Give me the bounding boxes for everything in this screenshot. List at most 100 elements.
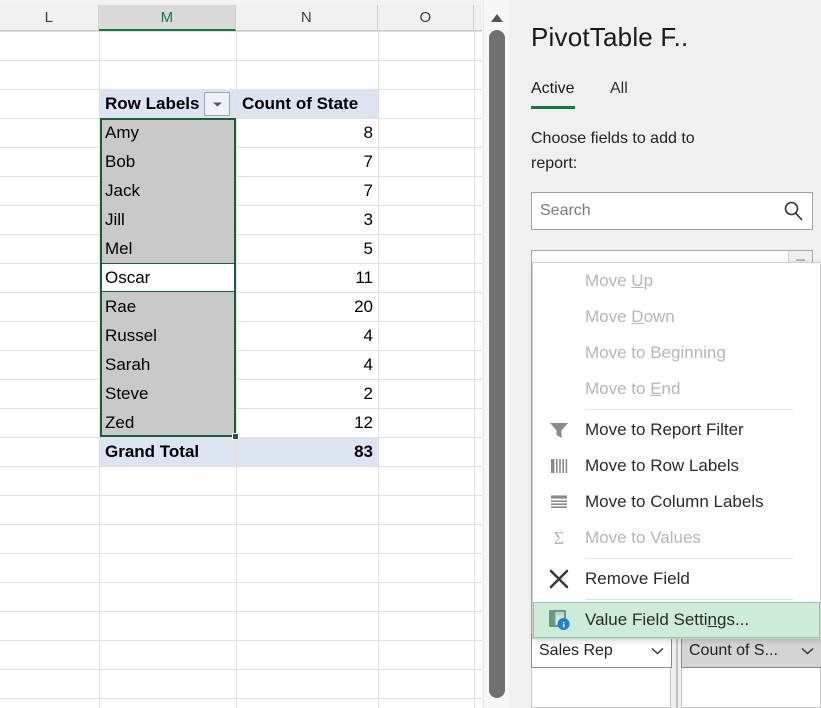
column-header-row: L M N O: [0, 0, 482, 31]
rows-area[interactable]: Sales Rep: [531, 634, 671, 708]
column-header-label: O: [420, 9, 432, 26]
column-header-label: L: [45, 9, 54, 26]
menu-item-label: Move to Report Filter: [585, 420, 744, 440]
grid-row-line: [0, 611, 482, 612]
menu-item-move-to-values: ΣMove to Values: [533, 520, 820, 556]
panel-title: PivotTable F..: [531, 22, 688, 53]
areas-divider: [676, 634, 678, 708]
filter-icon: [533, 420, 585, 440]
pivot-row-label-cell[interactable]: Amy: [100, 118, 236, 147]
field-context-menu[interactable]: Move Up Move Down Move to Beginning Move to…: [532, 262, 821, 639]
pivot-row-label-cell[interactable]: Mel: [100, 234, 236, 263]
pivot-grand-total-label[interactable]: Grand Total: [100, 437, 236, 466]
pivot-value-cell[interactable]: 5: [237, 234, 378, 263]
menu-item-move-to-beginning: Move to Beginning: [533, 335, 820, 371]
menu-separator: [585, 599, 793, 600]
pivot-row-label-cell[interactable]: Zed: [100, 408, 236, 437]
pivot-row-label-cell[interactable]: Jack: [100, 176, 236, 205]
grid-row-line: [0, 31, 482, 32]
column-header-label: M: [161, 9, 174, 26]
search-icon: [774, 199, 812, 223]
field-button-sales-rep[interactable]: Sales Rep: [531, 634, 672, 668]
grid-row-line: [0, 466, 482, 467]
field-button-count-of-state[interactable]: Count of S...: [681, 634, 821, 668]
pivot-row-label-cell[interactable]: Steve: [100, 379, 236, 408]
menu-item-value-field-settings[interactable]: Value Field Settings...: [533, 602, 820, 638]
x-icon: [533, 568, 585, 590]
menu-item-label: Move to Row Labels: [585, 456, 739, 476]
grid-row-line: [0, 524, 482, 525]
search-input[interactable]: [532, 193, 774, 229]
menu-separator: [585, 409, 793, 410]
values-area[interactable]: Count of S...: [681, 634, 821, 708]
grid-row-line: [0, 698, 482, 699]
pivot-row-label-cell[interactable]: Bob: [100, 147, 236, 176]
worksheet-grid[interactable]: L M N O Row LabelsCount of StateAmy8Bob7…: [0, 0, 482, 708]
menu-item-move-to-row-labels[interactable]: Move to Row Labels: [533, 448, 820, 484]
grid-row-line: [0, 669, 482, 670]
column-header-M[interactable]: M: [99, 5, 236, 31]
value-field-settings-icon: [533, 609, 585, 631]
column-header-L[interactable]: L: [0, 5, 99, 31]
pivot-value-cell[interactable]: 12: [237, 408, 378, 437]
pivot-grand-total-value[interactable]: 83: [237, 437, 378, 466]
excel-pivottable-screen: L M N O Row LabelsCount of StateAmy8Bob7…: [0, 0, 821, 708]
pivot-row-label-cell[interactable]: Russel: [100, 321, 236, 350]
menu-item-label: Move Up: [585, 271, 653, 291]
sigma-icon: Σ: [533, 528, 585, 548]
grid-column-line: [378, 31, 379, 708]
svg-text:Σ: Σ: [554, 528, 564, 548]
menu-separator: [585, 558, 793, 559]
tab-all[interactable]: All: [610, 80, 628, 106]
tab-active[interactable]: Active: [531, 80, 575, 109]
menu-item-move-to-report-filter[interactable]: Move to Report Filter: [533, 412, 820, 448]
menu-item-remove-field[interactable]: Remove Field: [533, 561, 820, 597]
menu-item-move-to-column-labels[interactable]: Move to Column Labels: [533, 484, 820, 520]
pivot-value-cell[interactable]: 11: [237, 263, 378, 292]
column-header-O[interactable]: O: [378, 5, 474, 31]
grid-row-line: [0, 582, 482, 583]
scroll-up-arrow-icon[interactable]: [484, 8, 510, 28]
chevron-down-icon: [212, 101, 223, 108]
pivot-value-cell[interactable]: 7: [237, 176, 378, 205]
menu-item-move-up: Move Up: [533, 263, 820, 299]
menu-item-label: Move to Beginning: [585, 343, 726, 363]
chevron-down-icon[interactable]: [801, 642, 814, 660]
column-header-label: N: [301, 9, 312, 26]
pivot-value-cell[interactable]: 20: [237, 292, 378, 321]
chevron-down-icon[interactable]: [651, 642, 664, 660]
pivot-value-cell[interactable]: 8: [237, 118, 378, 147]
choose-fields-label: Choose fields to add to report:: [531, 126, 741, 176]
vertical-scrollbar[interactable]: [483, 0, 510, 708]
pivot-value-cell[interactable]: 7: [237, 147, 378, 176]
menu-item-move-down: Move Down: [533, 299, 820, 335]
field-button-label: Sales Rep: [539, 642, 651, 660]
pivot-row-label-cell[interactable]: Sarah: [100, 350, 236, 379]
selection-fill-handle[interactable]: [232, 433, 239, 440]
column-header-P[interactable]: [474, 5, 482, 31]
pivot-value-cell[interactable]: 3: [237, 205, 378, 234]
pivot-value-cell[interactable]: 4: [237, 321, 378, 350]
pivot-row-label-cell[interactable]: Jill: [100, 205, 236, 234]
pivot-value-header[interactable]: Count of State: [237, 89, 378, 118]
field-button-label: Count of S...: [689, 642, 801, 660]
menu-item-label: Move Down: [585, 307, 675, 327]
grid-row-line: [0, 60, 482, 61]
pivot-value-cell[interactable]: 4: [237, 350, 378, 379]
pivot-areas: Sales Rep Count of S...: [531, 634, 821, 708]
grid-row-line: [0, 640, 482, 641]
grid-row-line: [0, 553, 482, 554]
active-cell-outline: [100, 263, 236, 292]
row-labels-filter-dropdown[interactable]: [204, 92, 230, 116]
pivot-row-label-cell[interactable]: Rae: [100, 292, 236, 321]
menu-item-label: Move to End: [585, 379, 680, 399]
pivot-value-cell[interactable]: 2: [237, 379, 378, 408]
scrollbar-thumb[interactable]: [489, 30, 505, 698]
grid-column-line: [474, 31, 475, 708]
column-header-N[interactable]: N: [236, 5, 378, 31]
search-field[interactable]: [531, 192, 813, 230]
menu-item-move-to-end: Move to End: [533, 371, 820, 407]
column-labels-icon: [533, 493, 585, 511]
menu-item-label: Remove Field: [585, 569, 690, 589]
grid-row-line: [0, 495, 482, 496]
